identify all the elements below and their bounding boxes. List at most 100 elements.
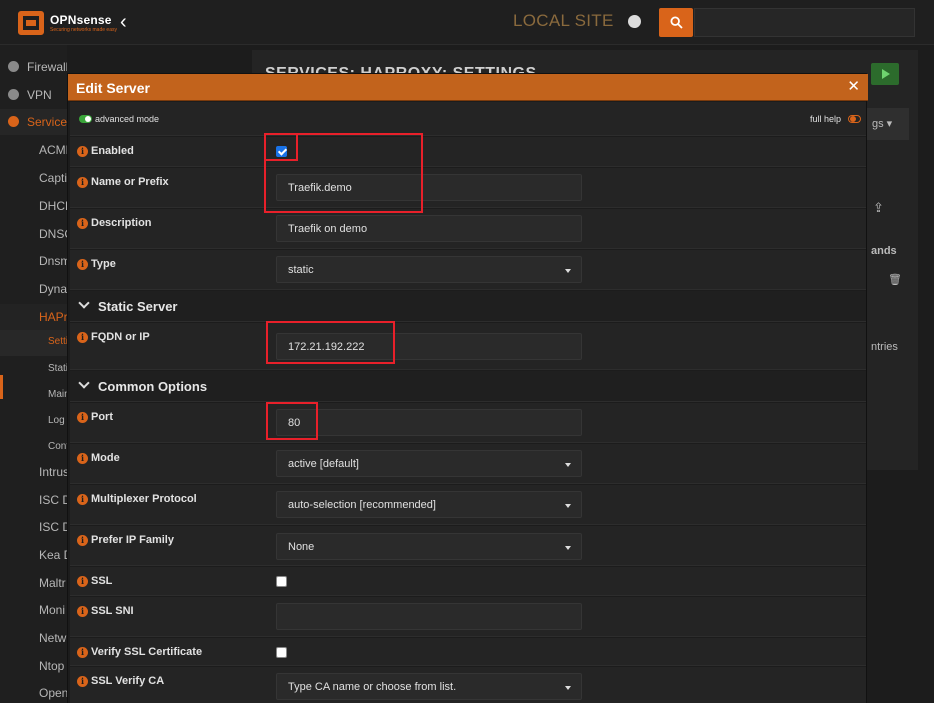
export-icon[interactable]: ⇪: [873, 200, 884, 216]
collapse-sidebar-chevron-icon[interactable]: ‹: [120, 12, 127, 32]
sidebar-item-label: Log File: [48, 415, 67, 426]
sidebar-item-captive[interactable]: Captive: [0, 165, 67, 191]
sidebar-item-maintenance[interactable]: Maintenance: [0, 383, 67, 409]
sidebar-item-statistics[interactable]: Statistics: [0, 357, 67, 383]
sidebar-item-label: HAProxy: [39, 310, 67, 324]
field-label: Type: [91, 258, 116, 270]
field-label: SSL: [91, 575, 113, 587]
tab-label: gs: [872, 118, 884, 130]
gear-icon: [8, 116, 19, 127]
sidebar-item-label: Netw: [39, 631, 67, 645]
info-icon[interactable]: i: [77, 411, 88, 423]
logo-name: OPNsense: [50, 13, 112, 27]
form-row-name: i Name or Prefix Traefik.demo: [70, 168, 866, 208]
sidebar-item-settings[interactable]: Settings: [0, 330, 67, 356]
sidebar-item-network-time[interactable]: Netw: [0, 625, 67, 651]
trash-icon[interactable]: 🗑: [888, 273, 902, 286]
sidebar-item-label: Dynam: [39, 282, 67, 296]
sidebar-item-dnscrypt[interactable]: DNSCr: [0, 221, 67, 247]
form-row-enabled: i Enabled: [70, 137, 866, 167]
section-static-server[interactable]: Static Server: [70, 291, 866, 322]
sidebar-item-label: ISC D: [39, 493, 67, 507]
field-label: SSL SNI: [91, 605, 134, 617]
status-indicator[interactable]: [628, 15, 641, 28]
advanced-mode-toggle[interactable]: [79, 115, 92, 123]
apply-button[interactable]: [871, 63, 899, 85]
info-icon[interactable]: i: [77, 646, 88, 658]
opnsense-logo[interactable]: OPNsense Securing networks made easy: [18, 11, 117, 35]
sidebar-item-log-file[interactable]: Log File: [0, 409, 67, 435]
close-icon[interactable]: ✕: [847, 77, 860, 95]
chevron-down-icon: [78, 297, 90, 309]
info-icon[interactable]: i: [77, 176, 88, 188]
multiplexer-select[interactable]: auto-selection [recommended]: [276, 491, 582, 518]
port-input[interactable]: 80: [276, 409, 582, 436]
field-label: Name or Prefix: [91, 176, 169, 188]
info-icon[interactable]: i: [77, 534, 88, 546]
search-button[interactable]: [659, 8, 693, 37]
sidebar-item-dynamic-dns[interactable]: Dynam: [0, 276, 67, 302]
form-row-multiplexer: i Multiplexer Protocol auto-selection [re…: [70, 485, 866, 525]
dialog-title: Edit Server: [76, 80, 150, 96]
sidebar-item-config[interactable]: Config: [0, 435, 67, 461]
sidebar-item-ntopng[interactable]: Ntop: [0, 653, 67, 679]
mode-select[interactable]: active [default]: [276, 450, 582, 477]
sidebar-item-vpn[interactable]: VPN: [0, 82, 67, 108]
edit-server-dialog: Edit Server ✕ advanced mode full help iE…: [67, 73, 868, 703]
sidebar-item-isc-dhcpv4[interactable]: ISC D: [0, 487, 67, 513]
sidebar-item-openvpn[interactable]: Open: [0, 680, 67, 703]
fqdn-input[interactable]: 172.21.192.222: [276, 333, 582, 360]
name-input[interactable]: Traefik.demo: [276, 174, 582, 201]
ssl-verify-ca-select[interactable]: Type CA name or choose from list.: [276, 673, 582, 700]
section-title: Static Server: [98, 299, 178, 314]
verify-ssl-checkbox[interactable]: [276, 647, 287, 658]
form-row-description: i Description Traefik on demo: [70, 209, 866, 249]
ssl-sni-input[interactable]: [276, 603, 582, 630]
info-icon[interactable]: i: [77, 331, 88, 343]
field-label: Enabled: [91, 145, 134, 157]
type-select[interactable]: static: [276, 256, 582, 283]
sidebar-item-label: VPN: [27, 88, 52, 102]
info-icon[interactable]: i: [77, 145, 88, 157]
sidebar-item-label: ACME: [39, 143, 67, 157]
sidebar-item-firewall[interactable]: Firewall: [0, 54, 67, 80]
field-label: Port: [91, 411, 113, 423]
info-icon[interactable]: i: [77, 575, 88, 587]
sidebar-item-maltrail[interactable]: Maltr: [0, 570, 67, 596]
sidebar-item-dhcp[interactable]: DHCPv: [0, 193, 67, 219]
dialog-body: advanced mode full help i Enabled i Name o…: [68, 102, 868, 703]
section-common-options[interactable]: Common Options: [70, 371, 866, 402]
firewall-icon: [8, 61, 19, 72]
sidebar-item-label: Maltr: [39, 576, 66, 590]
sidebar-item-kea-dhcp[interactable]: Kea D: [0, 542, 67, 568]
sidebar-item-isc-dhcpv6[interactable]: ISC D: [0, 514, 67, 540]
sidebar-item-label: Open: [39, 686, 67, 700]
sidebar-item-label: Kea D: [39, 548, 67, 562]
field-label: Multiplexer Protocol: [91, 493, 197, 505]
info-icon[interactable]: i: [77, 493, 88, 505]
info-icon[interactable]: i: [77, 258, 88, 270]
info-icon[interactable]: i: [77, 605, 88, 617]
sidebar-item-label: Ntop: [39, 659, 65, 673]
prefer-ip-select[interactable]: None: [276, 533, 582, 560]
sidebar-item-monit[interactable]: Moni: [0, 597, 67, 623]
sidebar-item-acme[interactable]: ACME: [0, 137, 67, 163]
sidebar-item-intrusion[interactable]: Intrus: [0, 459, 67, 485]
sidebar-item-services[interactable]: Services: [0, 109, 67, 135]
description-input[interactable]: Traefik on demo: [276, 215, 582, 242]
sidebar-item-label: Maintenance: [48, 389, 67, 400]
form-row-ssl: i SSL: [70, 567, 866, 596]
mode-toggle-row: advanced mode full help: [70, 102, 866, 136]
sidebar-item-label: Captive: [39, 171, 67, 185]
info-icon[interactable]: i: [77, 217, 88, 229]
sidebar-item-label: Config: [48, 441, 67, 452]
ssl-checkbox[interactable]: [276, 576, 287, 587]
search-input[interactable]: [694, 8, 915, 37]
sidebar-item-dnsmasq[interactable]: Dnsm: [0, 248, 67, 274]
info-icon[interactable]: i: [77, 452, 88, 464]
tab-settings[interactable]: gs ▾: [866, 108, 909, 140]
full-help-toggle[interactable]: [848, 115, 861, 123]
sidebar-item-haproxy[interactable]: HAProxy: [0, 304, 67, 330]
enabled-checkbox[interactable]: [276, 146, 287, 157]
info-icon[interactable]: i: [77, 675, 88, 687]
